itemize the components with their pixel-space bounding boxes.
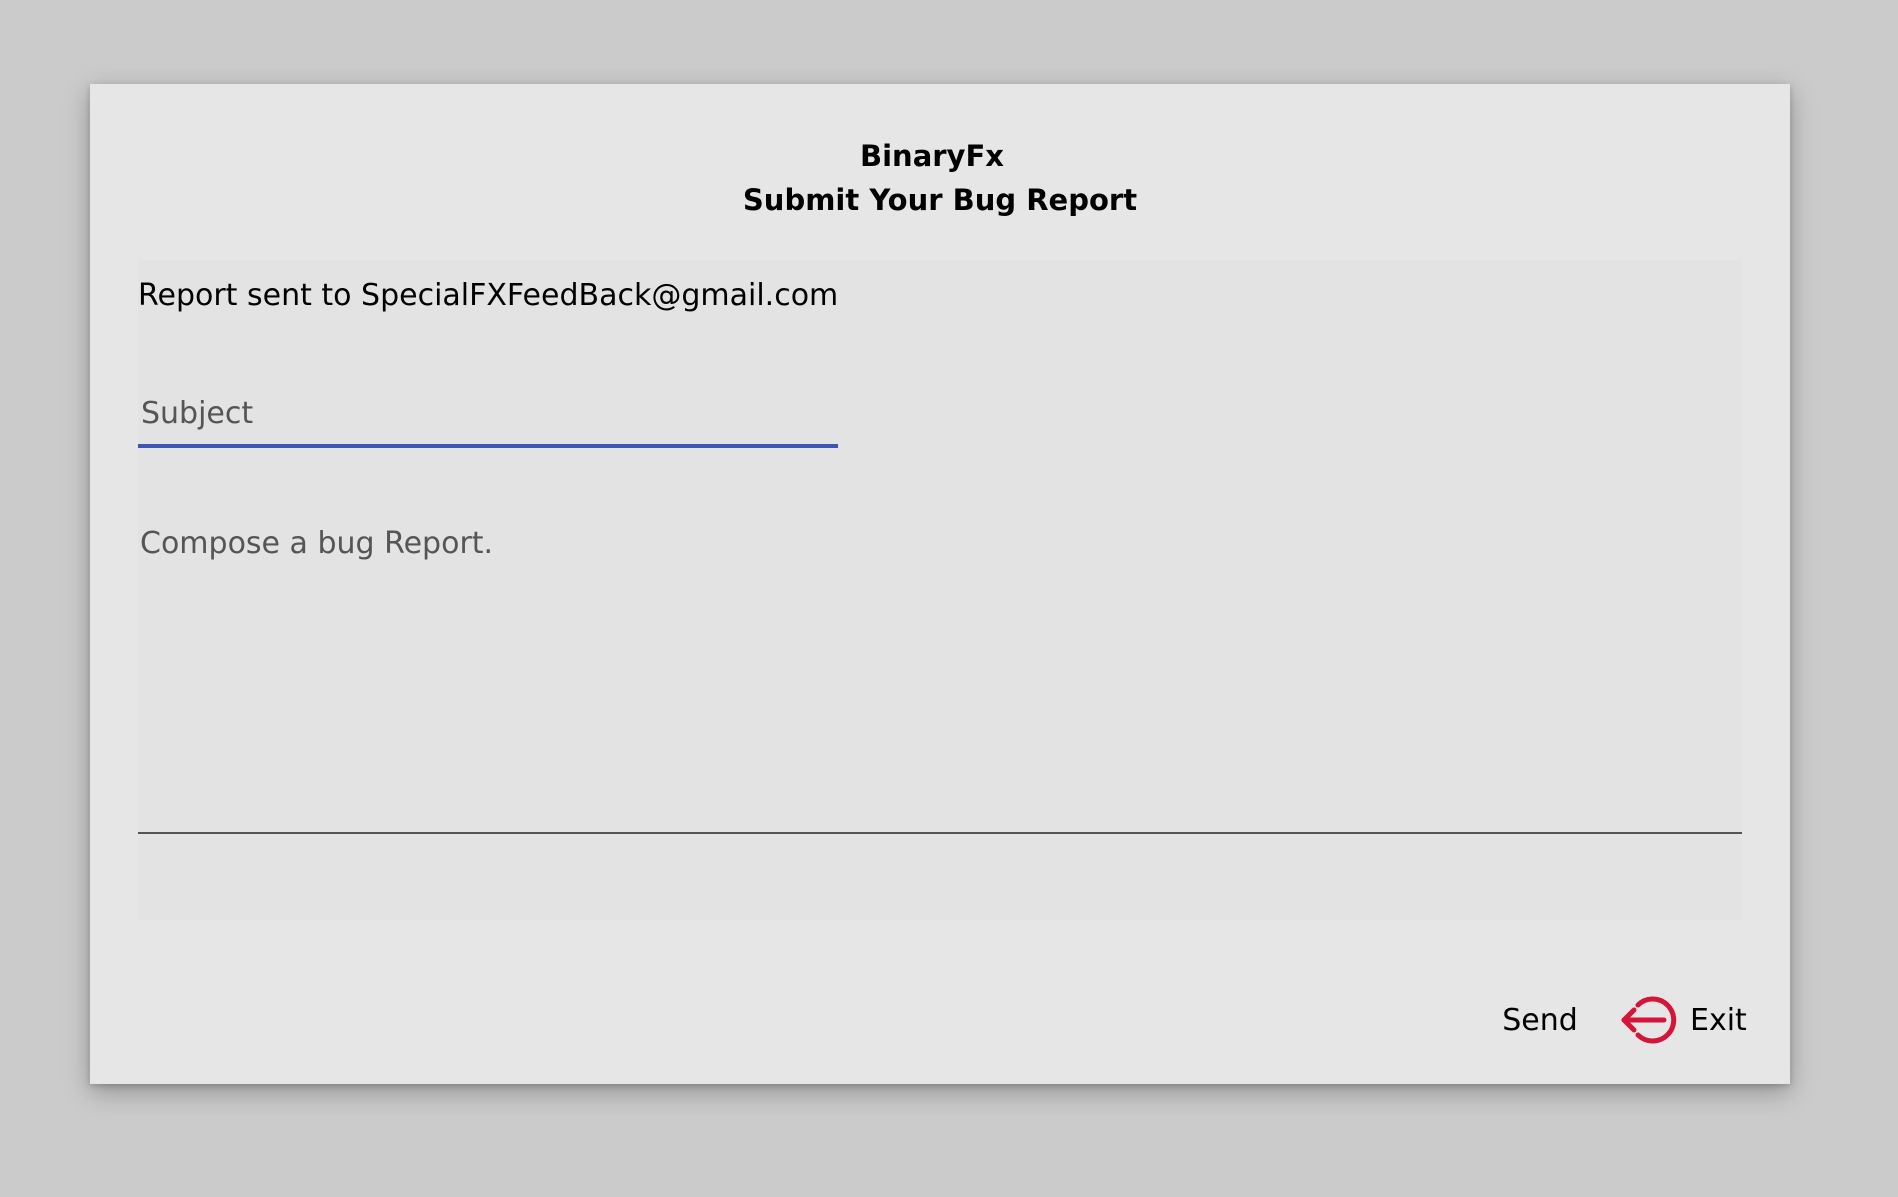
app-title: BinaryFx [860, 139, 1004, 173]
exit-button[interactable]: Exit [1618, 990, 1758, 1050]
subject-placeholder: Subject [141, 396, 254, 431]
compose-placeholder: Compose a bug Report. [140, 526, 494, 561]
bug-report-textarea[interactable]: Compose a bug Report. [138, 504, 1742, 834]
subject-input[interactable]: Subject [138, 384, 838, 448]
recipient-text: Report sent to SpecialFXFeedBack@gmail.c… [138, 278, 839, 313]
dialog-subtitle: Submit Your Bug Report [742, 183, 1138, 217]
dialog-header: BinaryFx Submit Your Bug Report [90, 134, 1790, 222]
exit-button-label: Exit [1690, 1002, 1747, 1038]
exit-arrow-icon [1618, 993, 1684, 1047]
bug-report-dialog: BinaryFx Submit Your Bug Report Report s… [90, 84, 1790, 1084]
send-button[interactable]: Send [1490, 990, 1590, 1050]
send-button-label: Send [1502, 1002, 1578, 1038]
